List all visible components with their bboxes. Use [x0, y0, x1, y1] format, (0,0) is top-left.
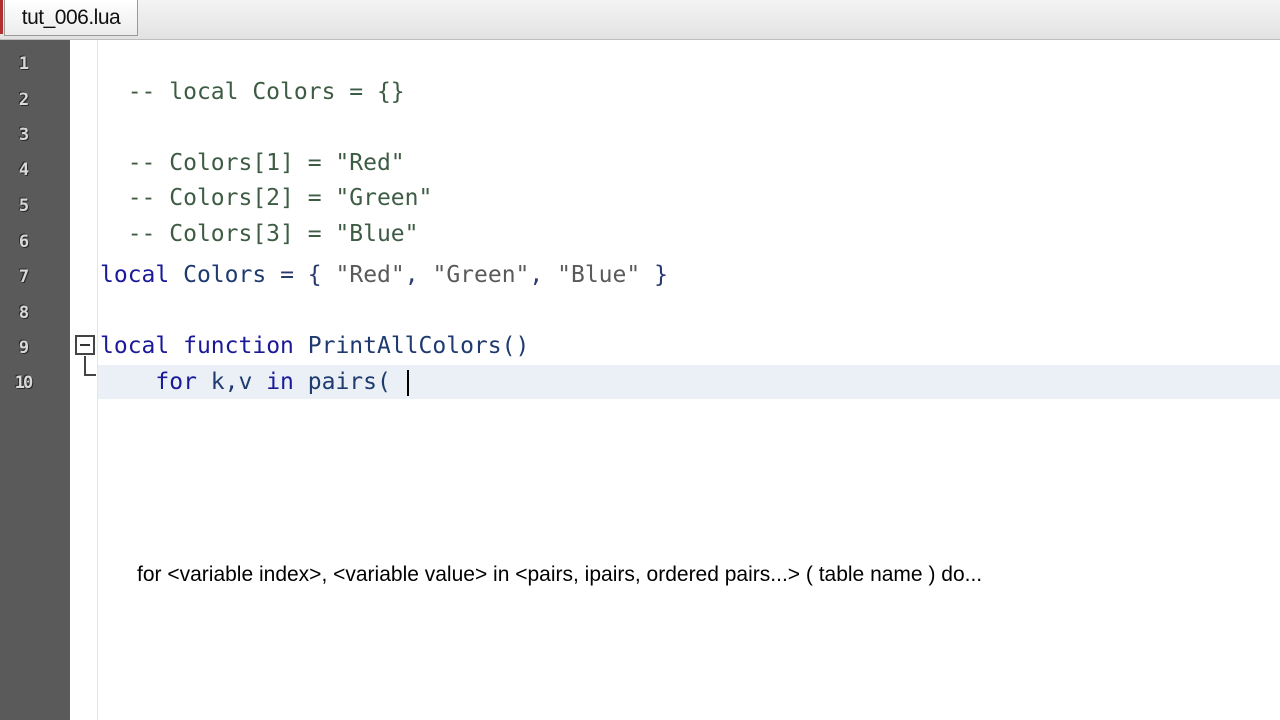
code-line-4[interactable]: -- Colors[2] = "Green" — [100, 153, 433, 211]
string-blue: "Blue" — [557, 262, 641, 288]
string-green: "Green" — [432, 262, 530, 288]
loop-variables: k,v — [210, 369, 253, 395]
keyword-in: in — [266, 369, 294, 395]
fold-collapse-icon[interactable] — [75, 335, 95, 355]
keyword-for: for — [155, 369, 197, 395]
code-line-7[interactable]: local Colors = { "Red", "Green", "Blue" … — [100, 260, 668, 290]
function-name: PrintAllColors() — [307, 333, 530, 359]
keyword-local: local — [100, 262, 170, 288]
pairs-call: pairs( — [307, 369, 391, 395]
keyword-function: function — [183, 333, 294, 359]
code-line-10[interactable]: for k,v in pairs( — [100, 367, 409, 397]
line-number-gutter: 1 2 3 4 5 6 7 8 9 10 — [0, 40, 70, 720]
keyword-local: local — [100, 333, 170, 359]
line-number: 9 — [18, 338, 29, 358]
code-line-3[interactable]: -- Colors[1] = "Red" — [100, 118, 405, 176]
tab-bar: tut_006.lua — [0, 0, 1280, 40]
code-line-5[interactable]: -- Colors[3] = "Blue" — [100, 189, 419, 247]
line-number: 6 — [18, 232, 29, 252]
code-line-1[interactable]: -- local Colors = {} — [100, 47, 405, 105]
syntax-hint-caption: for <variable index>, <variable value> i… — [137, 563, 983, 586]
tab-tut-006-lua[interactable]: tut_006.lua — [4, 0, 138, 36]
line-number: 4 — [18, 160, 29, 180]
identifier-colors: Colors — [183, 262, 267, 288]
tab-edge-marker — [0, 0, 3, 34]
text-caret — [406, 369, 409, 396]
brace-close: } — [654, 262, 668, 288]
comment: -- local Colors = {} — [127, 79, 405, 105]
string-red: "Red" — [335, 262, 405, 288]
line-number: 5 — [18, 196, 29, 216]
tab-label: tut_006.lua — [21, 5, 121, 29]
line-number: 10 — [14, 373, 33, 393]
comment: -- Colors[3] = "Blue" — [127, 221, 419, 247]
fold-range-line — [84, 356, 96, 376]
line-number: 3 — [18, 125, 29, 145]
line-number: 7 — [18, 267, 29, 287]
line-number: 8 — [18, 303, 29, 323]
line-number: 1 — [18, 54, 29, 74]
fold-margin — [70, 40, 98, 720]
brace-open: { — [307, 262, 322, 288]
code-line-9[interactable]: local function PrintAllColors() — [100, 331, 529, 361]
line-number: 2 — [18, 90, 29, 110]
operator-assign: = — [280, 262, 294, 288]
